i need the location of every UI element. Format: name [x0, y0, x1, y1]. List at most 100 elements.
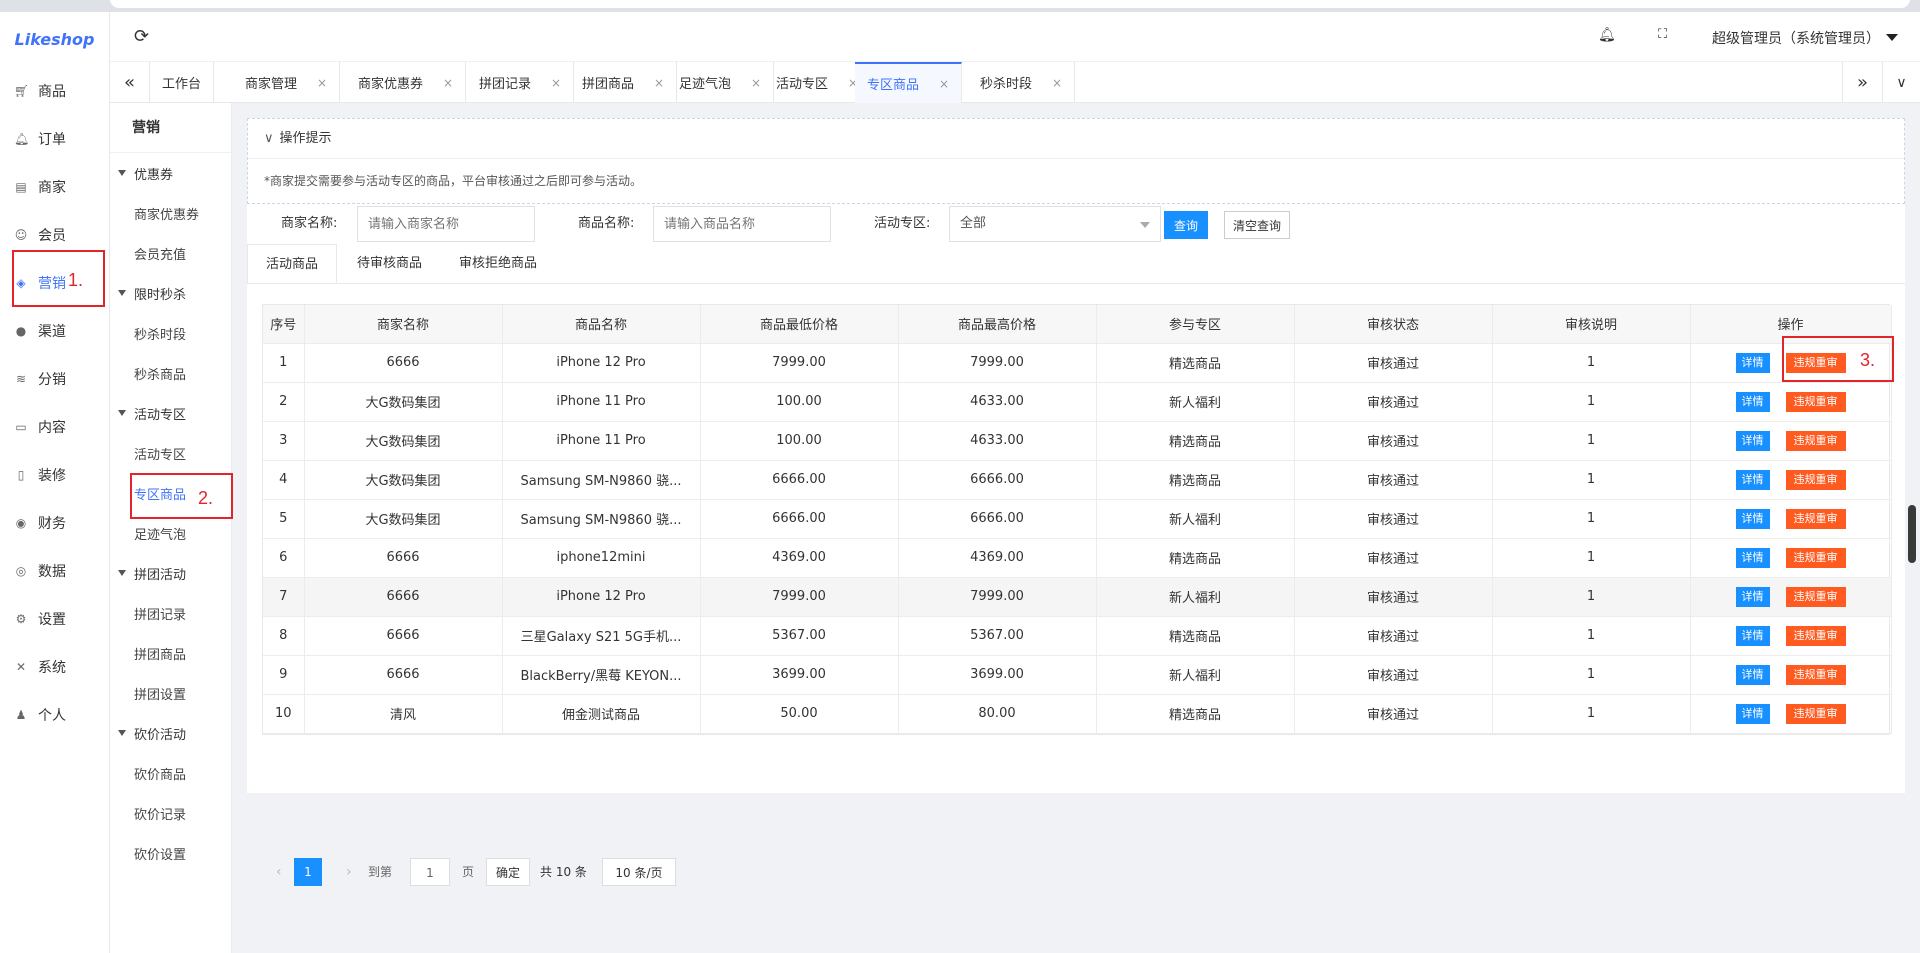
tabs-menu-chevron-icon[interactable]: ∨ — [1882, 62, 1920, 103]
close-icon[interactable]: × — [751, 76, 761, 90]
close-icon[interactable]: × — [654, 76, 664, 90]
tab-1[interactable]: 商家管理 × — [233, 62, 341, 103]
url-bar[interactable] — [110, 0, 1910, 8]
tab-4[interactable]: 拼团商品 × — [570, 62, 678, 103]
subnav-item[interactable]: 砍价记录 — [110, 793, 231, 833]
tab-7[interactable]: 专区商品 × — [855, 62, 963, 103]
nav-item-11[interactable]: ⚙ 设置 — [0, 595, 109, 643]
table-cell: BlackBerry/黑莓 KEYON... — [502, 655, 701, 695]
detail-button[interactable]: 详情 — [1735, 625, 1770, 646]
page-size-select[interactable]: 10 条/页 — [602, 858, 676, 886]
subnav-item[interactable]: 拼团商品 — [110, 633, 231, 673]
next-page-icon[interactable]: › — [346, 858, 352, 886]
bell-icon[interactable]: 🔔︎ — [1598, 27, 1616, 43]
tab-0[interactable]: 工作台 — [150, 62, 215, 103]
detail-button[interactable]: 详情 — [1735, 586, 1770, 607]
area-select-value: 全部 — [960, 216, 987, 231]
violation-review-button[interactable]: 违规重审 — [1785, 586, 1846, 607]
annotation-label-1: 1. — [68, 270, 84, 290]
nav-item-2[interactable]: ▤ 商家 — [0, 163, 109, 211]
tab-rejected-goods[interactable]: 审核拒绝商品 — [441, 244, 555, 284]
page-number-input[interactable]: 1 — [410, 858, 450, 886]
tab-2[interactable]: 商家优惠券 × — [346, 62, 467, 103]
subnav-item[interactable]: 拼团记录 — [110, 593, 231, 633]
clear-query-button[interactable]: 清空查询 — [1224, 211, 1291, 239]
close-icon[interactable]: × — [551, 76, 561, 90]
tab-5[interactable]: 足迹气泡 × — [667, 62, 775, 103]
table-cell: 7999.00 — [700, 577, 899, 617]
subnav-item[interactable]: 商家优惠券 — [110, 193, 231, 233]
refresh-icon[interactable]: ⟳ — [134, 26, 149, 47]
nav-item-6[interactable]: ≋ 分销 — [0, 355, 109, 403]
detail-button[interactable]: 详情 — [1735, 469, 1770, 490]
violation-review-button[interactable]: 违规重审 — [1785, 664, 1846, 685]
subnav-item[interactable]: 足迹气泡 — [110, 513, 231, 553]
table-cell: 7999.00 — [898, 577, 1097, 617]
tab-active-goods[interactable]: 活动商品 — [247, 244, 338, 284]
subnav-item[interactable]: 活动专区 — [110, 433, 231, 473]
tab-pending-goods[interactable]: 待审核商品 — [339, 244, 440, 284]
detail-button[interactable]: 详情 — [1735, 352, 1770, 373]
subnav-item[interactable]: 砍价设置 — [110, 833, 231, 873]
close-icon[interactable]: × — [939, 77, 949, 91]
subnav-item[interactable]: 会员充值 — [110, 233, 231, 273]
nav-item-7[interactable]: ▭ 内容 — [0, 403, 109, 451]
shop-name-input[interactable] — [357, 206, 535, 242]
user-menu[interactable]: 超级管理员（系统管理员） — [1712, 28, 1880, 48]
fullscreen-icon[interactable]: ⛶ — [1658, 27, 1667, 42]
nav-item-0[interactable]: 🛒︎ 商品 — [0, 67, 109, 115]
detail-button[interactable]: 详情 — [1735, 703, 1770, 724]
tabs-scroll-left-icon[interactable]: « — [110, 62, 150, 103]
subnav-item[interactable]: 秒杀商品 — [110, 353, 231, 393]
nav-item-5[interactable]: ● 渠道 — [0, 307, 109, 355]
nav-item-13[interactable]: ♟ 个人 — [0, 691, 109, 739]
nav-item-10[interactable]: ◎ 数据 — [0, 547, 109, 595]
close-icon[interactable]: × — [1052, 76, 1062, 90]
subnav-group-4[interactable]: 砍价活动 — [110, 713, 231, 753]
query-button[interactable]: 查询 — [1164, 211, 1209, 239]
subnav-group-2[interactable]: 活动专区 — [110, 393, 231, 433]
nav-item-12[interactable]: ✕ 系统 — [0, 643, 109, 691]
subnav-group-3[interactable]: 拼团活动 — [110, 553, 231, 593]
detail-button[interactable]: 详情 — [1735, 430, 1770, 451]
table-cell: 大G数码集团 — [304, 421, 503, 461]
subnav-item[interactable]: 秒杀时段 — [110, 313, 231, 353]
page-scrollbar[interactable] — [1908, 505, 1916, 563]
nav-item-8[interactable]: ▯ 装修 — [0, 451, 109, 499]
table-cell: 1 — [1492, 421, 1691, 461]
column-header: 商品最高价格 — [898, 305, 1097, 344]
prev-page-icon[interactable]: ‹ — [276, 858, 282, 886]
nav-item-9[interactable]: ◉ 财务 — [0, 499, 109, 547]
violation-review-button[interactable]: 违规重审 — [1785, 547, 1846, 568]
violation-review-button[interactable]: 违规重审 — [1785, 703, 1846, 724]
goods-name-input[interactable] — [653, 206, 831, 242]
subnav-item[interactable]: 砍价商品 — [110, 753, 231, 793]
tabs-scroll-right-icon[interactable]: » — [1842, 62, 1882, 103]
subnav-group-0[interactable]: 优惠券 — [110, 153, 231, 193]
tips-header[interactable]: ∨ 操作提示 — [248, 119, 1904, 159]
area-select[interactable]: 全部 — [949, 206, 1161, 242]
goto-confirm-button[interactable]: 确定 — [486, 858, 530, 886]
subnav-group-1[interactable]: 限时秒杀 — [110, 273, 231, 313]
detail-button[interactable]: 详情 — [1735, 391, 1770, 412]
caret-down-icon[interactable] — [1886, 34, 1898, 41]
detail-button[interactable]: 详情 — [1735, 664, 1770, 685]
detail-button[interactable]: 详情 — [1735, 508, 1770, 529]
tab-8[interactable]: 秒杀时段 × — [968, 62, 1076, 103]
close-icon[interactable]: × — [443, 76, 453, 90]
close-icon[interactable]: × — [317, 76, 327, 90]
violation-review-button[interactable]: 违规重审 — [1785, 625, 1846, 646]
violation-review-button[interactable]: 违规重审 — [1785, 508, 1846, 529]
nav-item-1[interactable]: 🔔︎ 订单 — [0, 115, 109, 163]
violation-review-button[interactable]: 违规重审 — [1785, 430, 1846, 451]
tab-3[interactable]: 拼团记录 × — [467, 62, 575, 103]
table-cell: 6666 — [304, 538, 503, 578]
annotation-label-2: 2. — [198, 488, 214, 508]
subnav-item[interactable]: 拼团设置 — [110, 673, 231, 713]
detail-button[interactable]: 详情 — [1735, 547, 1770, 568]
violation-review-button[interactable]: 违规重审 — [1785, 391, 1846, 412]
table-cell: 佣金测试商品 — [502, 694, 701, 734]
status-tabs: 活动商品 待审核商品 审核拒绝商品 — [247, 244, 1905, 284]
violation-review-button[interactable]: 违规重审 — [1785, 469, 1846, 490]
current-page[interactable]: 1 — [294, 858, 322, 886]
